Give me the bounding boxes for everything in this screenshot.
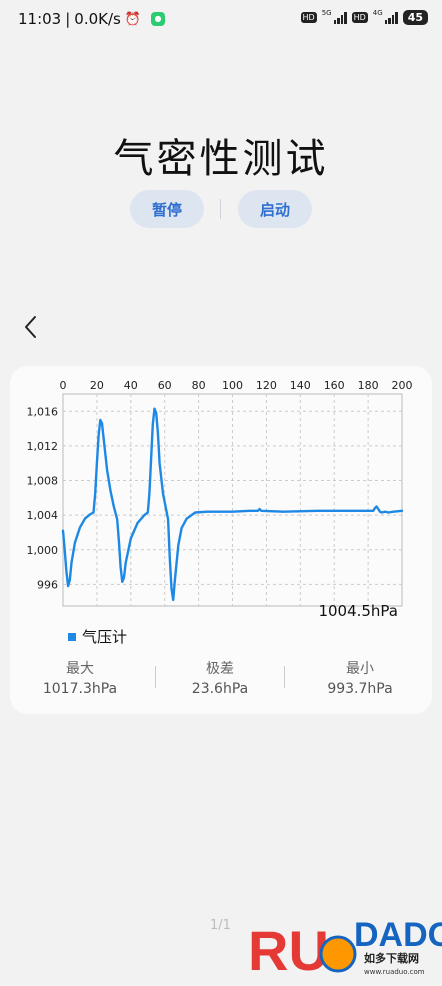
status-time: 11:03 [18,10,62,28]
svg-text:RU: RU [248,919,329,982]
y-tick-label: 1,000 [27,544,59,557]
legend-label: 气压计 [82,628,128,646]
barometer-card: 0 20 40 60 80 100 120 140 160 180 200 996 1,000 1,004… [10,366,432,714]
current-pressure-reading: 1004.5hPa [318,602,398,620]
x-tick-label: 100 [222,379,243,392]
stat-range: 极差 23.6hPa [150,658,290,697]
svg-text:DADO: DADO [354,916,442,954]
y-tick-label: 1,008 [27,475,59,488]
start-button[interactable]: 启动 [238,190,312,228]
legend-swatch [68,632,76,641]
app-badge-icon: ● [151,12,166,26]
x-tick-label: 40 [124,379,138,392]
stat-min-label: 最小 [346,661,374,677]
pressure-chart: 0 20 40 60 80 100 120 140 160 180 200 996 1,000 1,004… [27,379,413,607]
x-tick-label: 200 [392,379,413,392]
stat-divider [284,666,285,688]
x-tick-label: 20 [90,379,104,392]
stat-range-label: 极差 [206,661,234,677]
x-tick-label: 160 [324,379,345,392]
svg-text:www.ruaduo.com: www.ruaduo.com [364,968,425,976]
stats-row: 最大 1017.3hPa 极差 23.6hPa 最小 993.7hPa [10,658,432,697]
stat-divider [155,666,156,688]
page-title: 气密性测试 [113,136,329,182]
status-separator: | [65,10,71,28]
stat-max: 最大 1017.3hPa [10,658,150,697]
y-tick-label: 1,016 [27,405,59,418]
status-speed: 0.0K/s [74,10,121,28]
battery-icon: 45 [402,10,428,25]
x-tick-label: 140 [290,379,311,392]
x-tick-label: 120 [256,379,277,392]
network-4g-label: 4G [372,8,383,17]
stat-max-label: 最大 [66,661,94,677]
x-tick-label: 80 [192,379,206,392]
y-tick-label: 1,004 [27,509,59,522]
stat-min-value: 993.7hPa [327,681,393,697]
pause-button[interactable]: 暂停 [130,190,204,228]
svg-text:如多下载网: 如多下载网 [364,951,419,965]
alarm-icon: ⏰ [124,11,142,27]
signal-icon-2 [384,11,398,24]
x-tick-label: 60 [158,379,172,392]
chart-legend: 气压计 [68,626,127,647]
status-bar: 11:03 | 0.0K/s ⏰ ● HD 5G HD 4G 45 [0,0,442,38]
stat-max-value: 1017.3hPa [42,681,118,697]
network-5g-label: 5G [321,8,332,17]
button-divider [220,199,221,219]
page-indicator: 1/1 [210,918,231,933]
signal-icon [333,11,347,24]
hd-icon: HD [300,12,317,23]
back-arrow-icon[interactable] [20,312,42,342]
x-tick-label: 0 [60,379,67,392]
stat-range-value: 23.6hPa [191,681,249,697]
y-tick-label: 1,012 [27,440,59,453]
hd-icon-2: HD [351,12,368,23]
watermark-logo: RU DADO 如多下载网 www.ruaduo.com [248,916,442,982]
x-tick-label: 180 [358,379,379,392]
y-tick-label: 996 [37,578,58,591]
stat-min: 最小 993.7hPa [290,658,430,697]
